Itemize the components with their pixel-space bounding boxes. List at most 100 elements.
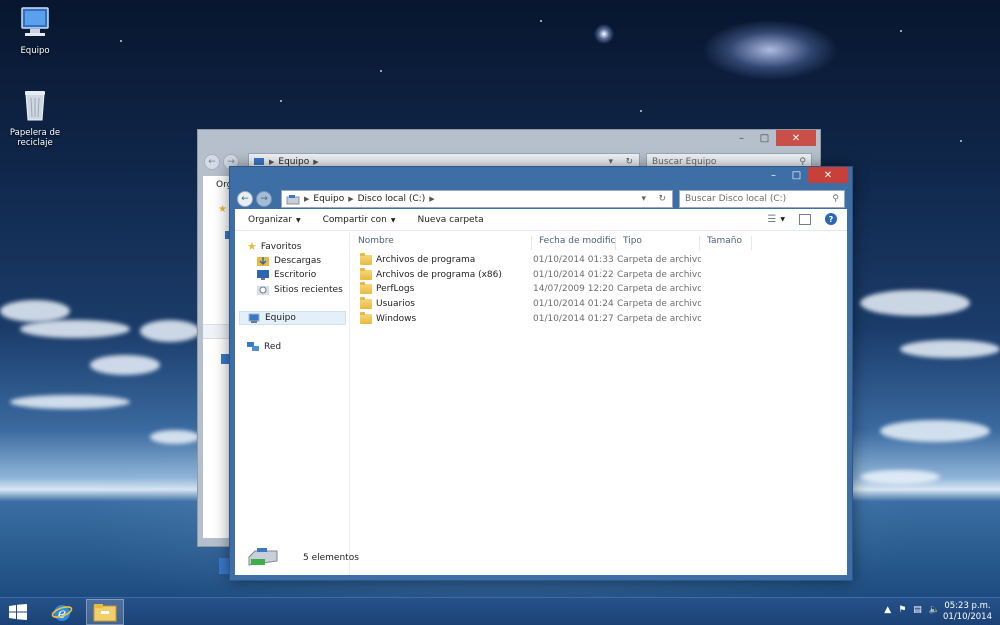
breadcrumb-computer[interactable]: Equipo [313, 194, 344, 204]
computer-icon [21, 7, 49, 36]
volume-icon[interactable]: 🔈 [929, 605, 940, 615]
file-explorer-icon [93, 604, 117, 622]
column-header-date[interactable]: Fecha de modifica... [532, 236, 616, 250]
column-header-name[interactable]: Nombre [351, 236, 532, 250]
view-options-icon[interactable]: ☰ [767, 214, 776, 225]
taskbar-app-internet-explorer[interactable]: e [45, 599, 79, 625]
cloud [860, 290, 970, 316]
favorites-star-icon: ★ [218, 204, 227, 215]
nav-row: ← → ▶ Equipo ▶ Disco local (C:) ▶ ▾ ↻ Bu… [237, 190, 845, 208]
star [120, 40, 122, 42]
system-tray: ▲ ⚑ ▤ 🔈 [877, 605, 940, 615]
forward-button[interactable]: → [256, 191, 272, 207]
nav-desktop[interactable]: Escritorio [257, 269, 316, 280]
nav-computer[interactable]: Equipo [239, 311, 346, 325]
cloud [860, 470, 940, 484]
nav-downloads[interactable]: Descargas [257, 255, 321, 266]
clock[interactable]: 05:23 p.m. 01/10/2014 [943, 601, 992, 623]
new-folder-button[interactable]: Nueva carpeta [418, 215, 484, 225]
item-count: 5 elementos [303, 553, 359, 563]
maximize-button[interactable]: □ [753, 130, 776, 146]
drive-icon [248, 548, 278, 566]
breadcrumb-separator-icon: ▶ [269, 158, 275, 166]
window-controls: – □ ✕ [762, 167, 848, 183]
star [380, 70, 382, 72]
cloud [880, 420, 990, 442]
table-row[interactable]: Usuarios 01/10/2014 01:24 a... Carpeta d… [355, 297, 843, 313]
folder-icon [360, 253, 372, 265]
cloud [10, 395, 130, 409]
table-row[interactable]: Windows 01/10/2014 01:27 a... Carpeta de… [355, 312, 843, 328]
desktop-icon-label: Equipo [20, 46, 50, 56]
close-button[interactable]: ✕ [808, 167, 848, 183]
share-button[interactable]: Compartir con ▼ [323, 215, 396, 225]
help-icon[interactable]: ? [825, 213, 837, 225]
breadcrumb-separator-icon: ▶ [313, 158, 319, 166]
explorer-window[interactable]: – □ ✕ ← → ▶ Equipo ▶ Disco local (C:) ▶ … [229, 166, 853, 581]
recycle-bin-icon [25, 91, 45, 121]
table-row[interactable]: PerfLogs 14/07/2009 12:20 a... Carpeta d… [355, 282, 843, 298]
internet-explorer-icon: e [51, 605, 73, 622]
navigation-pane: ★ Favoritos Descargas Escritorio Sitios … [235, 232, 350, 575]
folder-icon [360, 297, 372, 309]
address-bar[interactable]: ▶ Equipo ▶ Disco local (C:) ▶ ▾ ↻ [281, 190, 673, 208]
file-list[interactable]: Nombre Fecha de modifica... Tipo Tamaño … [351, 232, 847, 575]
star [900, 30, 902, 32]
star [280, 100, 282, 102]
desktop-folder-icon [257, 270, 269, 280]
breadcrumb-separator-icon: ▶ [429, 195, 435, 203]
command-bar: Organizar ▼ Compartir con ▼ Nueva carpeta … [235, 209, 847, 231]
network-icon [247, 342, 259, 351]
nav-recent-places[interactable]: Sitios recientes [257, 284, 343, 295]
desktop-icon-recycle-bin[interactable]: Papelera de reciclaje [0, 88, 70, 148]
refresh-icon[interactable]: ↻ [658, 194, 666, 204]
windows-logo-icon[interactable] [9, 604, 27, 620]
back-button[interactable]: ← [237, 191, 253, 207]
chevron-down-icon: ▼ [390, 216, 396, 224]
table-row[interactable]: Archivos de programa (x86) 01/10/2014 01… [355, 268, 843, 284]
star [640, 110, 642, 112]
search-box[interactable]: Buscar Disco local (C:) ⚲ [679, 190, 845, 208]
preview-pane-icon[interactable] [799, 213, 811, 225]
status-bar: 5 elementos [235, 541, 847, 575]
window-controls: – □ ✕ [730, 130, 816, 146]
nav-favorites[interactable]: ★ Favoritos [247, 240, 302, 253]
nav-network[interactable]: Red [247, 341, 281, 352]
search-icon[interactable]: ⚲ [832, 194, 839, 204]
chevron-down-icon[interactable]: ▼ [780, 216, 785, 223]
taskbar-app-file-explorer[interactable] [86, 599, 124, 625]
computer-icon [248, 313, 260, 323]
close-button[interactable]: ✕ [776, 130, 816, 146]
maximize-button[interactable]: □ [785, 167, 808, 183]
folder-icon [360, 312, 372, 324]
folder-icon [360, 282, 372, 294]
search-input[interactable]: Buscar Disco local (C:) [685, 194, 786, 204]
cloud [900, 340, 1000, 358]
clock-time: 05:23 p.m. [944, 601, 991, 611]
minimize-button[interactable]: – [730, 130, 753, 146]
breadcrumb-separator-icon: ▶ [304, 195, 310, 203]
table-row[interactable]: Archivos de programa 01/10/2014 01:33 a.… [355, 253, 843, 269]
view-controls: ☰ ▼ ? [767, 213, 837, 225]
network-icon[interactable]: ▤ [913, 605, 922, 615]
minimize-button[interactable]: – [762, 167, 785, 183]
column-header-size[interactable]: Tamaño [700, 236, 752, 250]
clock-date: 01/10/2014 [943, 612, 992, 622]
breadcrumb-local-disk[interactable]: Disco local (C:) [358, 194, 426, 204]
downloads-folder-icon [257, 257, 269, 266]
back-button[interactable]: ← [204, 154, 220, 170]
address-dropdown-icon[interactable]: ▾ [641, 194, 646, 204]
folder-icon [360, 268, 372, 280]
cloud [140, 320, 200, 342]
drive-icon [286, 194, 300, 204]
recent-places-icon [257, 286, 269, 295]
desktop-icon-computer[interactable]: Equipo [0, 6, 70, 56]
organize-button[interactable]: Organizar ▼ [248, 215, 301, 225]
action-center-icon[interactable]: ⚑ [898, 605, 906, 615]
show-hidden-icons[interactable]: ▲ [884, 605, 891, 615]
taskbar: e ▲ ⚑ ▤ 🔈 05:23 p.m. 01/10/2014 [0, 597, 1000, 625]
cloud [90, 355, 160, 375]
column-header-type[interactable]: Tipo [616, 236, 700, 250]
desktop-icon-label: Papelera de reciclaje [9, 128, 61, 148]
star [540, 20, 542, 22]
